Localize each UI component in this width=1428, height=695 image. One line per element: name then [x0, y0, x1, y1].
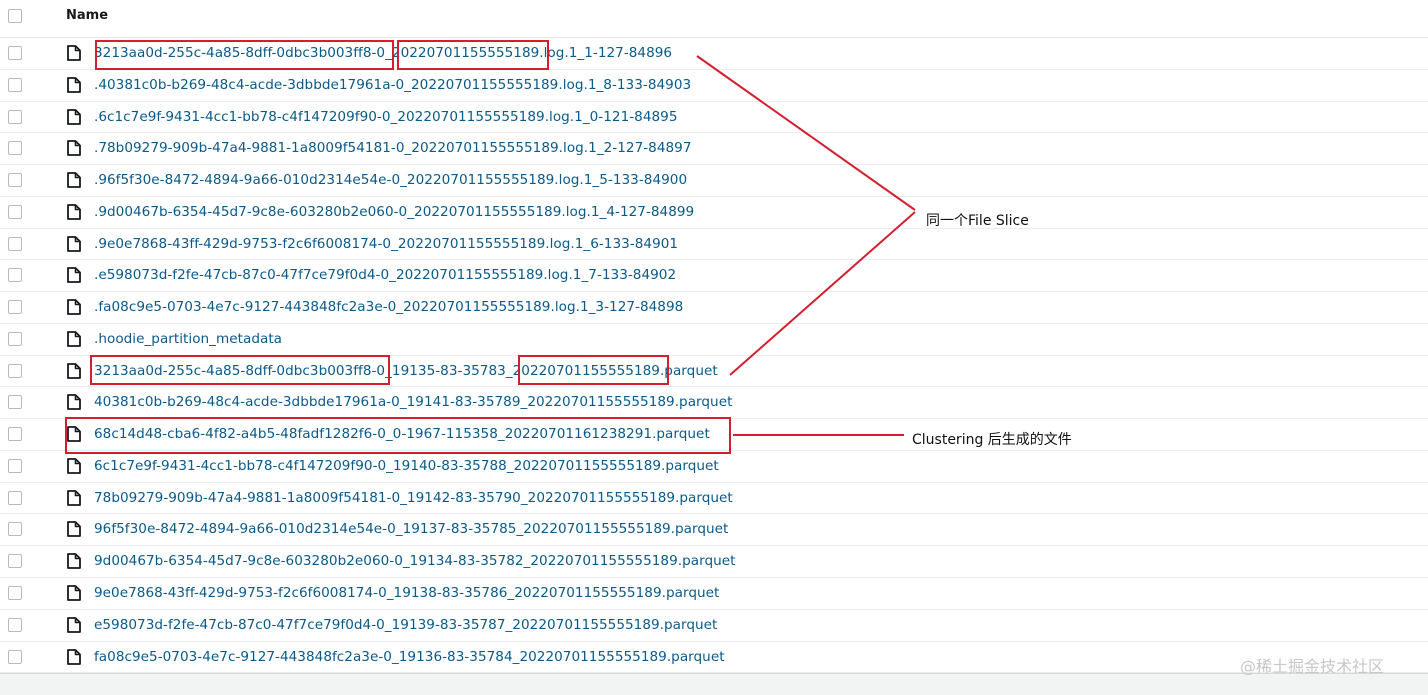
file-icon — [67, 299, 81, 316]
table-row: 3213aa0d-255c-4a85-8dff-0dbc3b003ff8-0_2… — [0, 38, 1428, 70]
table-row: .9d00467b-6354-45d7-9c8e-603280b2e060-0_… — [0, 197, 1428, 229]
file-icon — [67, 458, 81, 474]
footer-bar — [0, 673, 1428, 695]
table-row: .e598073d-f2fe-47cb-87c0-47f7ce79f0d4-0_… — [0, 260, 1428, 293]
table-row: .40381c0b-b269-48c4-acde-3dbbde17961a-0_… — [0, 70, 1428, 102]
file-link[interactable]: 6c1c7e9f-9431-4cc1-bb78-c4f147209f90-0_1… — [94, 458, 719, 474]
table-row: .fa08c9e5-0703-4e7c-9127-443848fc2a3e-0_… — [0, 292, 1428, 324]
table-row: 3213aa0d-255c-4a85-8dff-0dbc3b003ff8-0_1… — [0, 356, 1428, 388]
file-link[interactable]: .fa08c9e5-0703-4e7c-9127-443848fc2a3e-0_… — [94, 299, 683, 315]
row-checkbox[interactable] — [8, 141, 22, 156]
file-icon — [67, 172, 81, 188]
file-icon — [67, 489, 81, 506]
clustering-annotation: Clustering 后生成的文件 — [912, 432, 1072, 448]
file-icon — [67, 616, 81, 633]
file-link[interactable]: .78b09279-909b-47a4-9881-1a8009f54181-0_… — [94, 140, 692, 156]
row-checkbox[interactable] — [8, 173, 22, 188]
file-link[interactable]: 68c14d48-cba6-4f82-a4b5-48fadf1282f6-0_0… — [94, 426, 710, 442]
file-link[interactable]: .hoodie_partition_metadata — [94, 331, 282, 347]
file-icon — [67, 330, 81, 347]
table-row: .6c1c7e9f-9431-4cc1-bb78-c4f147209f90-0_… — [0, 102, 1428, 134]
row-checkbox[interactable] — [8, 554, 22, 569]
row-checkbox[interactable] — [8, 649, 22, 664]
row-checkbox[interactable] — [8, 331, 22, 346]
file-link[interactable]: 9d00467b-6354-45d7-9c8e-603280b2e060-0_1… — [94, 553, 735, 569]
table-row: 9d00467b-6354-45d7-9c8e-603280b2e060-0_1… — [0, 546, 1428, 579]
file-link[interactable]: 9e0e7868-43ff-429d-9753-f2c6f6008174-0_1… — [94, 585, 719, 601]
row-checkbox[interactable] — [8, 204, 22, 219]
row-checkbox[interactable] — [8, 236, 22, 251]
row-checkbox[interactable] — [8, 77, 22, 92]
table-row: 40381c0b-b269-48c4-acde-3dbbde17961a-0_1… — [0, 387, 1428, 420]
file-icon — [67, 203, 81, 220]
file-link[interactable]: .40381c0b-b269-48c4-acde-3dbbde17961a-0_… — [94, 77, 691, 93]
row-checkbox[interactable] — [8, 46, 22, 60]
table-row: 78b09279-909b-47a4-9881-1a8009f54181-0_1… — [0, 483, 1428, 515]
table-row: 9e0e7868-43ff-429d-9753-f2c6f6008174-0_1… — [0, 578, 1428, 610]
file-link[interactable]: 3213aa0d-255c-4a85-8dff-0dbc3b003ff8-0_1… — [94, 363, 718, 379]
row-checkbox[interactable] — [8, 490, 22, 505]
file-icon — [67, 45, 81, 61]
file-icon — [67, 585, 81, 601]
table-row: 6c1c7e9f-9431-4cc1-bb78-c4f147209f90-0_1… — [0, 451, 1428, 483]
watermark: @稀土掘金技术社区 — [1240, 657, 1385, 676]
file-link[interactable]: e598073d-f2fe-47cb-87c0-47f7ce79f0d4-0_1… — [94, 617, 717, 633]
file-link[interactable]: 40381c0b-b269-48c4-acde-3dbbde17961a-0_1… — [94, 394, 732, 410]
file-icon — [67, 108, 81, 125]
row-checkbox[interactable] — [8, 458, 22, 473]
table-row: fa08c9e5-0703-4e7c-9127-443848fc2a3e-0_1… — [0, 642, 1428, 674]
file-icon — [67, 553, 81, 570]
file-link[interactable]: .96f5f30e-8472-4894-9a66-010d2314e54e-0_… — [94, 172, 687, 188]
table-row: .9e0e7868-43ff-429d-9753-f2c6f6008174-0_… — [0, 229, 1428, 261]
select-all-checkbox[interactable] — [8, 9, 22, 23]
file-link[interactable]: 3213aa0d-255c-4a85-8dff-0dbc3b003ff8-0_2… — [94, 45, 672, 61]
file-link[interactable]: .e598073d-f2fe-47cb-87c0-47f7ce79f0d4-0_… — [94, 267, 676, 283]
table-row: 96f5f30e-8472-4894-9a66-010d2314e54e-0_1… — [0, 514, 1428, 547]
file-link[interactable]: .6c1c7e9f-9431-4cc1-bb78-c4f147209f90-0_… — [94, 109, 678, 125]
file-slice-annotation: 同一个File Slice — [926, 213, 1029, 229]
name-column-header[interactable]: Name — [66, 8, 108, 23]
file-list: 3213aa0d-255c-4a85-8dff-0dbc3b003ff8-0_2… — [0, 38, 1428, 674]
row-checkbox[interactable] — [8, 586, 22, 601]
table-row: e598073d-f2fe-47cb-87c0-47f7ce79f0d4-0_1… — [0, 610, 1428, 642]
table-row: 68c14d48-cba6-4f82-a4b5-48fadf1282f6-0_0… — [0, 419, 1428, 451]
file-icon — [67, 426, 81, 443]
table-row: .hoodie_partition_metadata — [0, 324, 1428, 356]
file-link[interactable]: 96f5f30e-8472-4894-9a66-010d2314e54e-0_1… — [94, 521, 728, 537]
row-checkbox[interactable] — [8, 395, 22, 410]
file-link[interactable]: fa08c9e5-0703-4e7c-9127-443848fc2a3e-0_1… — [94, 649, 725, 665]
file-icon — [67, 235, 81, 252]
row-checkbox[interactable] — [8, 617, 22, 632]
file-link[interactable]: .9d00467b-6354-45d7-9c8e-603280b2e060-0_… — [94, 204, 694, 220]
file-icon — [67, 267, 81, 284]
table-row: .78b09279-909b-47a4-9881-1a8009f54181-0_… — [0, 133, 1428, 166]
file-icon — [67, 76, 81, 93]
table-header: Name — [0, 0, 1428, 38]
row-checkbox[interactable] — [8, 268, 22, 283]
file-icon — [67, 362, 81, 379]
file-link[interactable]: .9e0e7868-43ff-429d-9753-f2c6f6008174-0_… — [94, 236, 678, 252]
file-icon — [67, 648, 81, 665]
row-checkbox[interactable] — [8, 363, 22, 378]
row-checkbox[interactable] — [8, 109, 22, 124]
row-checkbox[interactable] — [8, 522, 22, 537]
file-icon — [67, 394, 81, 411]
file-icon — [67, 521, 81, 538]
row-checkbox[interactable] — [8, 300, 22, 315]
table-row: .96f5f30e-8472-4894-9a66-010d2314e54e-0_… — [0, 165, 1428, 197]
file-link[interactable]: 78b09279-909b-47a4-9881-1a8009f54181-0_1… — [94, 490, 733, 506]
file-icon — [67, 140, 81, 157]
row-checkbox[interactable] — [8, 427, 22, 442]
